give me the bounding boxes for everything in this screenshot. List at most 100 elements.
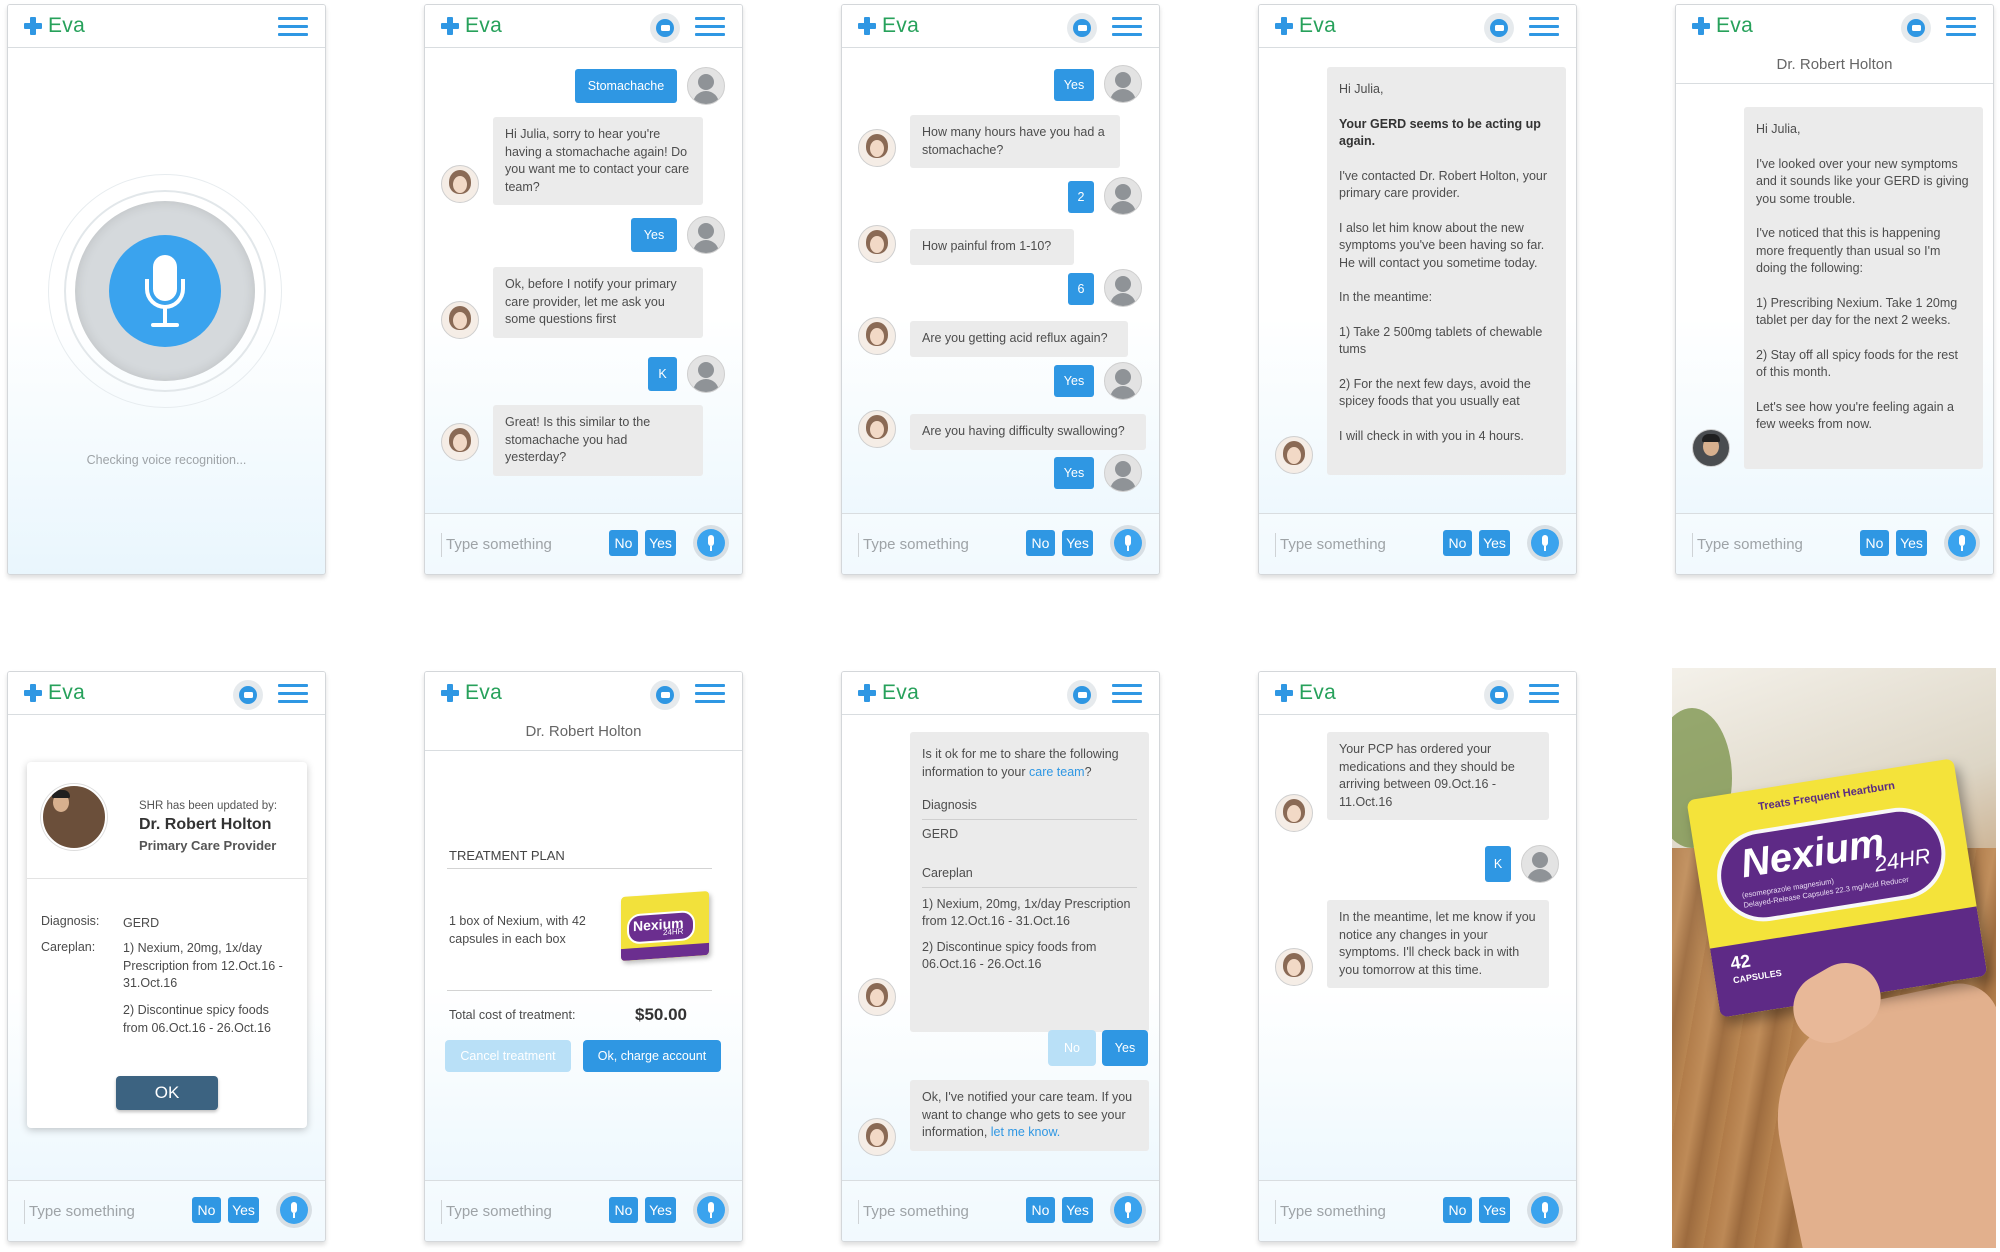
menu-icon[interactable]	[278, 17, 308, 37]
message-input[interactable]: Type something	[441, 533, 552, 557]
top-bar: Eva	[842, 672, 1159, 715]
video-call-icon[interactable]	[1067, 680, 1097, 710]
video-call-icon[interactable]	[1067, 13, 1097, 43]
message-input[interactable]: Type something	[1275, 533, 1386, 557]
message-input[interactable]: Type something	[1692, 533, 1803, 557]
screen-voice-recognition: Eva Checking voice recognition...	[7, 4, 326, 575]
message-input[interactable]: Type something	[441, 1200, 552, 1224]
no-button[interactable]: No	[1443, 530, 1472, 556]
message-input[interactable]: Type something	[1275, 1200, 1386, 1224]
plus-icon	[1275, 17, 1293, 35]
eva-logo[interactable]: Eva	[1275, 14, 1336, 38]
eva-message: Great! Is this similar to the stomachach…	[493, 405, 703, 476]
nexium-package-photo: Treats Frequent Heartburn Nexium 24HR (e…	[1672, 668, 1996, 1248]
let-me-know-link[interactable]: let me know.	[991, 1125, 1060, 1139]
message-input[interactable]: Type something	[858, 1200, 969, 1224]
input-bar: Type something No Yes	[425, 1180, 742, 1241]
screen-doctor-message: Eva Dr. Robert Holton Hi Julia, I've loo…	[1675, 4, 1994, 575]
care-team-link[interactable]: care team	[1029, 765, 1085, 779]
video-call-icon[interactable]	[233, 680, 263, 710]
yes-button[interactable]: Yes	[1062, 530, 1093, 556]
no-button[interactable]: No	[1026, 1197, 1055, 1223]
divider	[27, 878, 307, 879]
message-input[interactable]: Type something	[24, 1200, 135, 1224]
eva-logo[interactable]: Eva	[441, 14, 502, 38]
consent-no-button[interactable]: No	[1048, 1030, 1096, 1066]
eva-logo[interactable]: Eva	[1692, 14, 1753, 38]
no-button[interactable]: No	[1860, 530, 1889, 556]
careplan-item: 2) Discontinue spicy foods from 06.Oct.1…	[123, 1003, 271, 1035]
eva-logo[interactable]: Eva	[24, 681, 85, 705]
menu-icon[interactable]	[1112, 684, 1142, 704]
yes-button[interactable]: Yes	[1062, 1197, 1093, 1223]
top-bar: Eva	[425, 672, 742, 715]
diagnosis-value: GERD	[123, 916, 160, 930]
yes-button[interactable]: Yes	[1479, 530, 1510, 556]
user-avatar	[1104, 269, 1142, 307]
doctor-name: Dr. Robert Holton	[139, 816, 272, 833]
doctor-message: Hi Julia, I've looked over your new symp…	[1744, 107, 1983, 469]
menu-icon[interactable]	[1529, 684, 1559, 704]
eva-avatar	[858, 225, 896, 263]
no-button[interactable]: No	[609, 1197, 638, 1223]
capsule-count: 42	[1728, 950, 1752, 974]
microphone-icon[interactable]	[1110, 525, 1146, 561]
microphone-button[interactable]	[109, 235, 221, 347]
video-call-icon[interactable]	[1484, 680, 1514, 710]
charge-account-button[interactable]: Ok, charge account	[583, 1040, 721, 1072]
video-call-icon[interactable]	[1901, 13, 1931, 43]
eva-logo[interactable]: Eva	[441, 681, 502, 705]
eva-logo[interactable]: Eva	[858, 14, 919, 38]
eva-avatar	[858, 317, 896, 355]
menu-icon[interactable]	[695, 17, 725, 37]
no-button[interactable]: No	[1026, 530, 1055, 556]
cancel-treatment-button[interactable]: Cancel treatment	[445, 1040, 571, 1072]
eva-consent-message: Is it ok for me to share the following i…	[910, 732, 1149, 1032]
yes-button[interactable]: Yes	[228, 1197, 259, 1223]
eva-logo[interactable]: Eva	[858, 681, 919, 705]
consent-yes-button[interactable]: Yes	[1102, 1030, 1148, 1066]
paragraph: 1) Prescribing Nexium. Take 1 20mg table…	[1756, 295, 1958, 328]
yes-button[interactable]: Yes	[1479, 1197, 1510, 1223]
treatment-item: 1 box of Nexium, with 42 capsules in eac…	[449, 914, 586, 946]
shr-updated-label: SHR has been updated by:	[139, 800, 278, 812]
menu-icon[interactable]	[1946, 17, 1976, 37]
yes-button[interactable]: Yes	[645, 1197, 676, 1223]
menu-icon[interactable]	[695, 684, 725, 704]
microphone-icon[interactable]	[1527, 525, 1563, 561]
microphone-icon[interactable]	[693, 1192, 729, 1228]
greeting: Hi Julia,	[1339, 82, 1384, 96]
video-call-icon[interactable]	[650, 680, 680, 710]
message-input[interactable]: Type something	[858, 533, 969, 557]
yes-button[interactable]: Yes	[1896, 530, 1927, 556]
menu-icon[interactable]	[1529, 17, 1559, 37]
eva-avatar	[1275, 948, 1313, 986]
treatment-plan-title: TREATMENT PLAN	[449, 848, 565, 863]
video-call-icon[interactable]	[650, 13, 680, 43]
ok-button[interactable]: OK	[116, 1076, 218, 1110]
no-button[interactable]: No	[1443, 1197, 1472, 1223]
video-call-icon[interactable]	[1484, 13, 1514, 43]
menu-icon[interactable]	[1112, 17, 1142, 37]
user-message: Yes	[631, 218, 677, 252]
microphone-icon[interactable]	[1944, 525, 1980, 561]
microphone-icon[interactable]	[1527, 1192, 1563, 1228]
microphone-icon[interactable]	[276, 1192, 312, 1228]
diagnosis-label: Diagnosis	[922, 797, 1137, 820]
menu-icon[interactable]	[278, 684, 308, 704]
no-button[interactable]: No	[192, 1197, 221, 1223]
conversation-header: Dr. Robert Holton	[425, 714, 742, 751]
microphone-icon[interactable]	[1110, 1192, 1146, 1228]
eva-logo[interactable]: Eva	[1275, 681, 1336, 705]
careplan-item: 1) Nexium, 20mg, 1x/day Prescription fro…	[123, 941, 283, 990]
no-button[interactable]: No	[609, 530, 638, 556]
yes-button[interactable]: Yes	[645, 530, 676, 556]
careplan-label: Careplan	[922, 865, 1137, 888]
user-message: Stomachache	[575, 69, 677, 103]
divider	[447, 868, 712, 869]
user-avatar	[687, 355, 725, 393]
user-avatar	[1104, 65, 1142, 103]
user-avatar	[687, 67, 725, 105]
eva-logo[interactable]: Eva	[24, 14, 85, 38]
microphone-icon[interactable]	[693, 525, 729, 561]
